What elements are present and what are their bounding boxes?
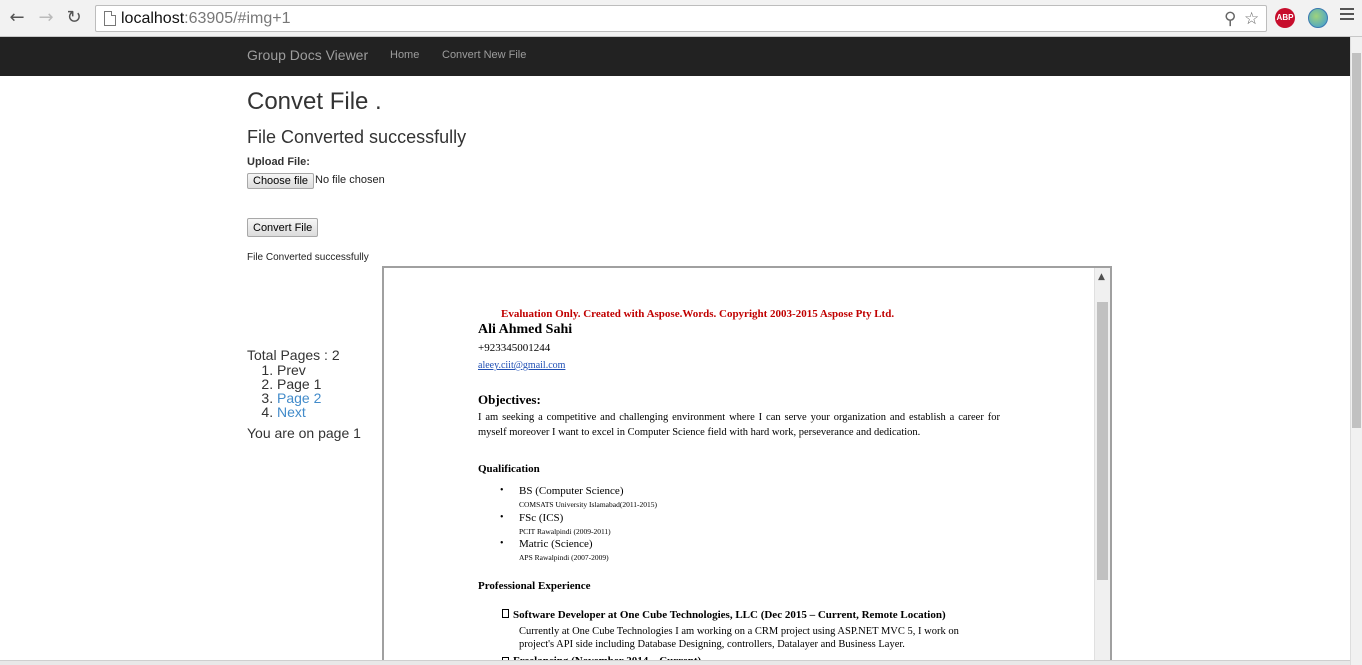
page-icon bbox=[104, 11, 116, 26]
page-scrollbar[interactable] bbox=[1350, 37, 1362, 665]
zoom-icon[interactable]: ⚲ bbox=[1224, 9, 1236, 29]
bullet-icon: • bbox=[500, 538, 504, 549]
page-list: Prev Page 1 Page 2 Next bbox=[247, 363, 340, 419]
status-message: File Converted successfully bbox=[247, 252, 369, 263]
pager-next-link[interactable]: Next bbox=[277, 404, 306, 420]
qualification-institute: PCIT Rawalpindi (2009-2011) bbox=[519, 527, 611, 536]
back-icon[interactable]: ← bbox=[7, 8, 27, 28]
document-viewer[interactable]: Evaluation Only. Created with Aspose.Wor… bbox=[382, 266, 1112, 665]
total-pages: Total Pages : 2 bbox=[247, 347, 340, 363]
nav-link-convert-new-file[interactable]: Convert New File bbox=[442, 49, 526, 61]
page-title: Convet File . bbox=[247, 88, 382, 115]
bookmark-star-icon[interactable]: ☆ bbox=[1244, 9, 1259, 29]
globe-extension-icon[interactable] bbox=[1308, 8, 1328, 28]
file-status-text: No file chosen bbox=[315, 174, 385, 186]
qualification-institute: COMSATS University Islamabad(2011-2015) bbox=[519, 500, 658, 509]
browser-menu-icon[interactable] bbox=[1340, 8, 1354, 23]
brand-link[interactable]: Group Docs Viewer bbox=[247, 47, 368, 63]
qualification-degree: BS (Computer Science) bbox=[519, 485, 624, 497]
upload-label: Upload File: bbox=[247, 156, 310, 168]
address-bar[interactable]: localhost:63905/#img+1 ⚲ ☆ bbox=[95, 5, 1267, 32]
resume-email-link[interactable]: aleey.ciit@gmail.com bbox=[478, 360, 565, 371]
pager: Total Pages : 2 Prev Page 1 Page 2 Next bbox=[247, 347, 340, 419]
url-path: :63905/#img+1 bbox=[184, 10, 291, 27]
qualification-heading: Qualification bbox=[478, 463, 540, 475]
job-description: Currently at One Cube Technologies I am … bbox=[519, 626, 959, 650]
qualification-degree: FSc (ICS) bbox=[519, 512, 564, 524]
forward-icon[interactable]: → bbox=[36, 8, 56, 28]
url-text[interactable]: localhost:63905/#img+1 bbox=[121, 10, 290, 28]
success-heading: File Converted successfully bbox=[247, 127, 467, 147]
experience-heading: Professional Experience bbox=[478, 580, 591, 592]
bullet-icon: • bbox=[500, 485, 504, 496]
objectives-heading: Objectives: bbox=[478, 392, 541, 407]
pager-item-page-1: Page 1 bbox=[277, 377, 340, 391]
choose-file-button[interactable]: Choose file bbox=[247, 173, 315, 189]
site-navbar: Group Docs Viewer Home Convert New File bbox=[0, 37, 1350, 76]
pager-item-page-2[interactable]: Page 2 bbox=[277, 391, 340, 405]
bullet-icon: • bbox=[500, 512, 504, 523]
nav-link-home[interactable]: Home bbox=[390, 49, 419, 61]
url-host: localhost bbox=[121, 10, 185, 27]
viewer-scrollbar-thumb[interactable] bbox=[1097, 302, 1108, 580]
browser-toolbar: ← → ↻ localhost:63905/#img+1 ⚲ ☆ ABP bbox=[0, 0, 1362, 37]
objectives-text: I am seeking a competitive and challengi… bbox=[478, 412, 1000, 438]
bottom-bar bbox=[0, 660, 1350, 665]
qualification-institute: APS Rawalpindi (2007-2009) bbox=[519, 553, 609, 562]
resume-phone: +923345001244 bbox=[478, 342, 551, 354]
reload-icon[interactable]: ↻ bbox=[64, 8, 84, 28]
convert-file-button[interactable]: Convert File bbox=[247, 218, 319, 237]
pager-item-next[interactable]: Next bbox=[277, 405, 340, 419]
evaluation-watermark: Evaluation Only. Created with Aspose.Wor… bbox=[501, 308, 895, 320]
qualification-degree: Matric (Science) bbox=[519, 538, 593, 550]
scroll-up-icon[interactable]: ▲ bbox=[1098, 272, 1105, 282]
resume-name: Ali Ahmed Sahi bbox=[478, 322, 573, 337]
job-title: Software Developer at One Cube Technolog… bbox=[513, 609, 946, 621]
page-scrollbar-thumb[interactable] bbox=[1352, 53, 1361, 428]
checkbox-bullet-icon bbox=[502, 609, 509, 618]
adblock-icon[interactable]: ABP bbox=[1275, 8, 1295, 28]
current-page-text: You are on page 1 bbox=[247, 425, 361, 441]
viewer-scrollbar[interactable]: ▲ bbox=[1094, 268, 1110, 665]
pager-item-prev: Prev bbox=[277, 363, 340, 377]
